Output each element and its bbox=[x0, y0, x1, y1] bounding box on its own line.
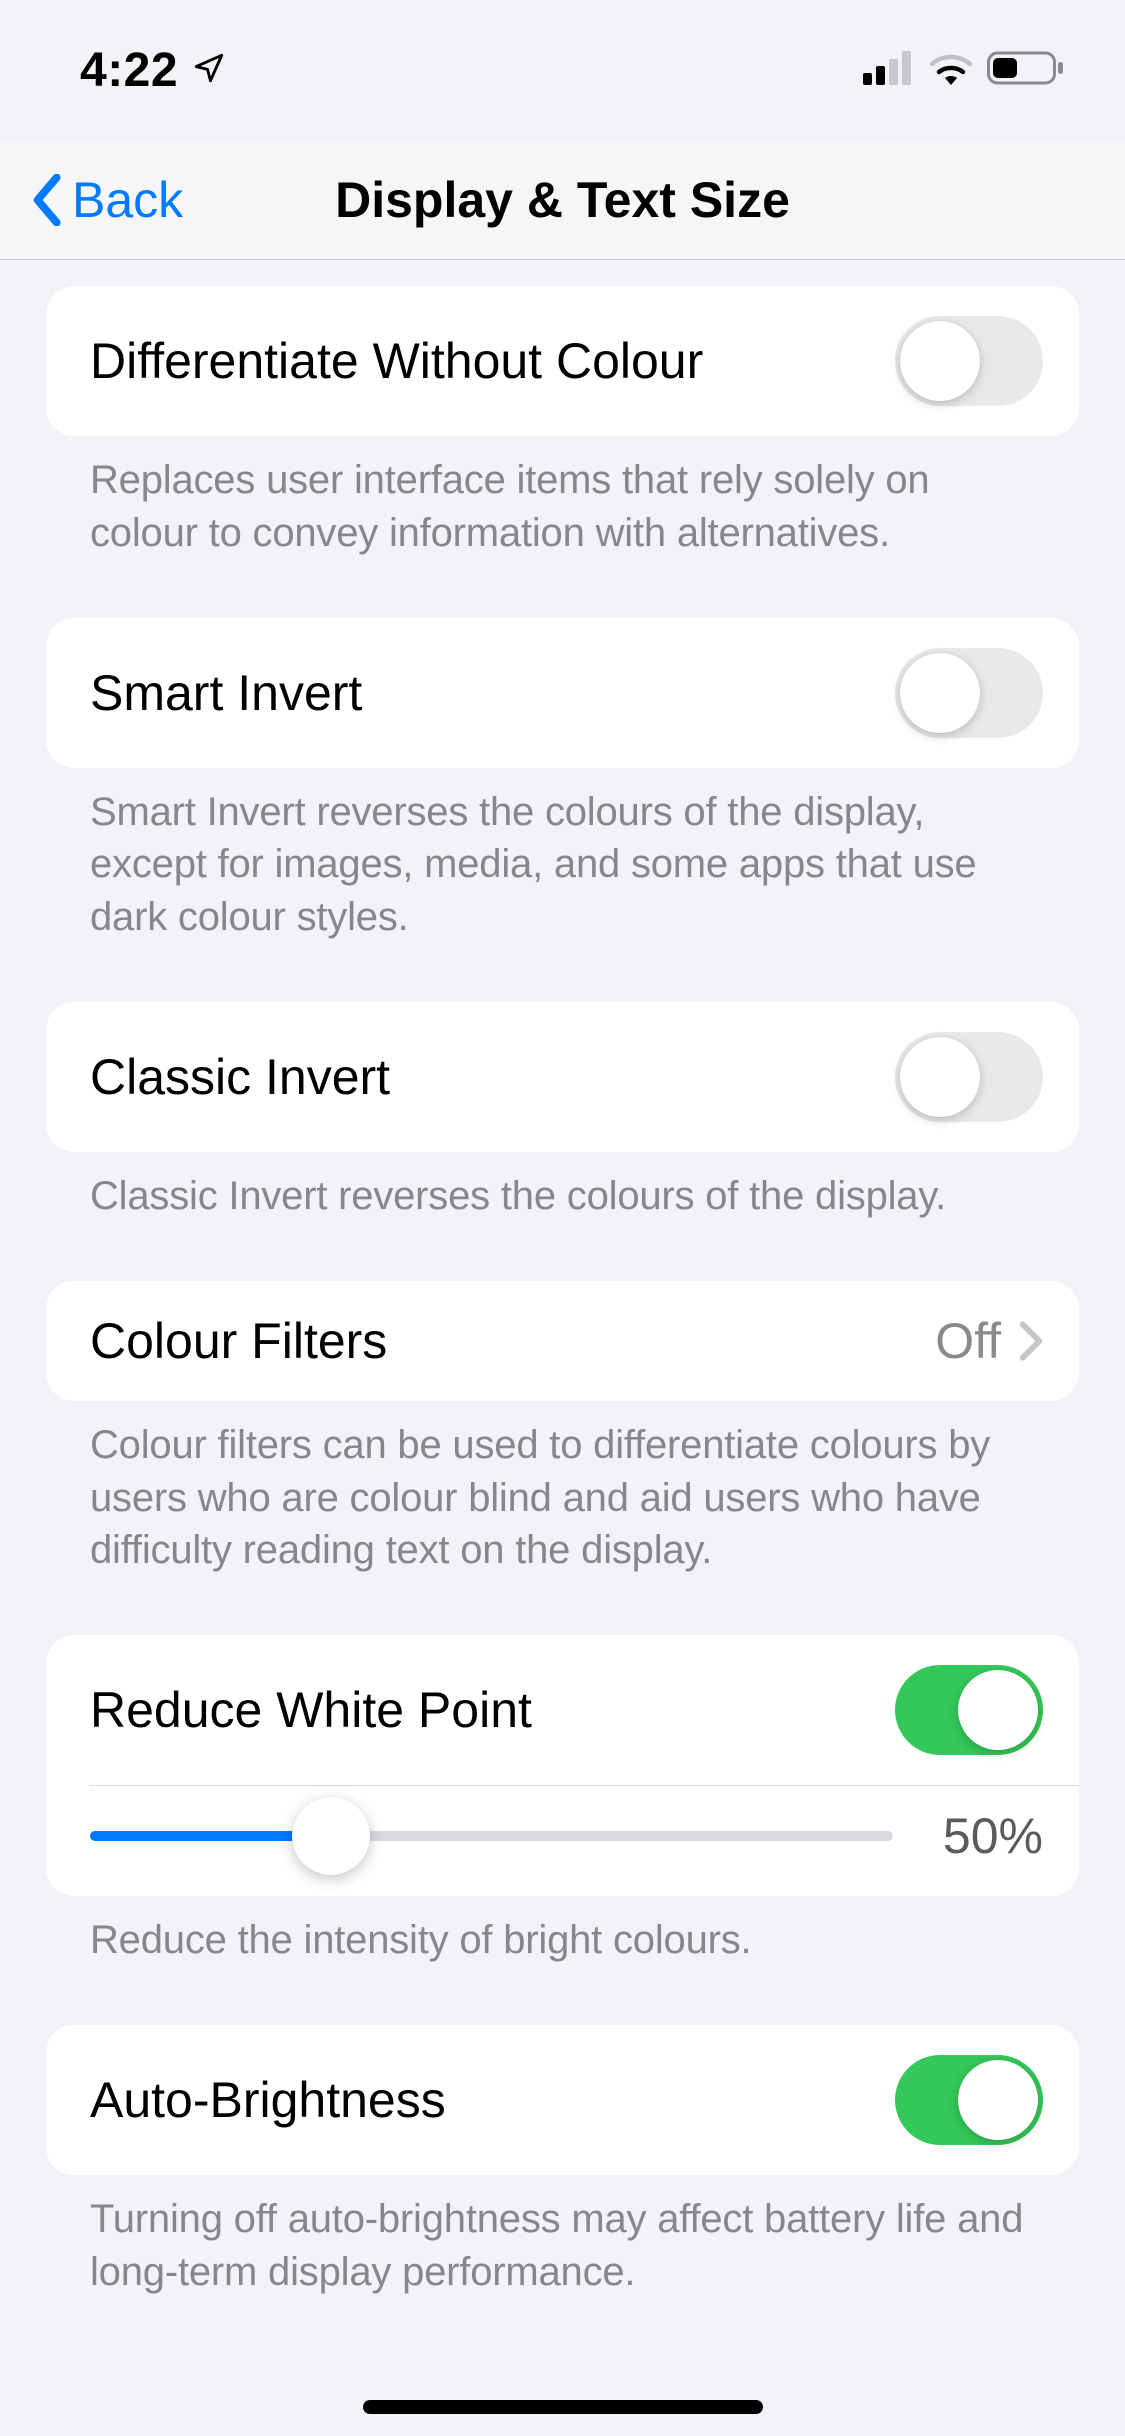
row-auto-brightness[interactable]: Auto-Brightness bbox=[46, 2025, 1079, 2175]
chevron-right-icon bbox=[1019, 1321, 1043, 1361]
smart-invert-footer: Smart Invert reverses the colours of the… bbox=[46, 768, 1079, 944]
colour-filters-label: Colour Filters bbox=[90, 1312, 387, 1370]
auto-brightness-label: Auto-Brightness bbox=[90, 2071, 446, 2129]
reduce-white-point-footer: Reduce the intensity of bright colours. bbox=[46, 1896, 1079, 1967]
row-differentiate-without-colour[interactable]: Differentiate Without Colour bbox=[46, 286, 1079, 436]
colour-filters-footer: Colour filters can be used to differenti… bbox=[46, 1401, 1079, 1577]
row-colour-filters[interactable]: Colour Filters Off bbox=[46, 1281, 1079, 1401]
row-smart-invert[interactable]: Smart Invert bbox=[46, 618, 1079, 768]
home-indicator[interactable] bbox=[363, 2400, 763, 2414]
group-smart-invert: Smart Invert Smart Invert reverses the c… bbox=[46, 618, 1079, 944]
settings-content: Differentiate Without Colour Replaces us… bbox=[0, 286, 1125, 2299]
differentiate-label: Differentiate Without Colour bbox=[90, 332, 703, 390]
white-point-slider-value: 50% bbox=[923, 1807, 1043, 1865]
back-button[interactable]: Back bbox=[30, 171, 183, 229]
reduce-white-point-label: Reduce White Point bbox=[90, 1681, 532, 1739]
group-classic-invert: Classic Invert Classic Invert reverses t… bbox=[46, 1002, 1079, 1223]
row-reduce-white-point[interactable]: Reduce White Point bbox=[46, 1635, 1079, 1785]
group-auto-brightness: Auto-Brightness Turning off auto-brightn… bbox=[46, 2025, 1079, 2299]
back-label: Back bbox=[72, 171, 183, 229]
classic-invert-label: Classic Invert bbox=[90, 1048, 390, 1106]
smart-invert-label: Smart Invert bbox=[90, 664, 362, 722]
classic-invert-toggle[interactable] bbox=[895, 1032, 1043, 1122]
differentiate-toggle[interactable] bbox=[895, 316, 1043, 406]
classic-invert-footer: Classic Invert reverses the colours of t… bbox=[46, 1152, 1079, 1223]
white-point-slider[interactable] bbox=[90, 1806, 893, 1866]
group-reduce-white-point: Reduce White Point 50% Reduce the intens… bbox=[46, 1635, 1079, 1967]
row-white-point-slider: 50% bbox=[46, 1786, 1079, 1896]
nav-bar: Back Display & Text Size bbox=[0, 140, 1125, 260]
status-left: 4:22 bbox=[80, 43, 226, 98]
row-classic-invert[interactable]: Classic Invert bbox=[46, 1002, 1079, 1152]
location-icon bbox=[192, 51, 226, 90]
group-differentiate: Differentiate Without Colour Replaces us… bbox=[46, 286, 1079, 560]
status-clock: 4:22 bbox=[80, 43, 178, 98]
status-right bbox=[863, 50, 1065, 91]
colour-filters-value: Off bbox=[935, 1312, 1001, 1370]
auto-brightness-footer: Turning off auto-brightness may affect b… bbox=[46, 2175, 1079, 2299]
cellular-icon bbox=[863, 51, 915, 90]
group-colour-filters: Colour Filters Off Colour filters can be… bbox=[46, 1281, 1079, 1577]
reduce-white-point-toggle[interactable] bbox=[895, 1665, 1043, 1755]
auto-brightness-toggle[interactable] bbox=[895, 2055, 1043, 2145]
smart-invert-toggle[interactable] bbox=[895, 648, 1043, 738]
differentiate-footer: Replaces user interface items that rely … bbox=[46, 436, 1079, 560]
chevron-left-icon bbox=[30, 174, 66, 226]
battery-icon bbox=[987, 50, 1065, 91]
wifi-icon bbox=[927, 51, 975, 90]
status-bar: 4:22 bbox=[0, 0, 1125, 140]
